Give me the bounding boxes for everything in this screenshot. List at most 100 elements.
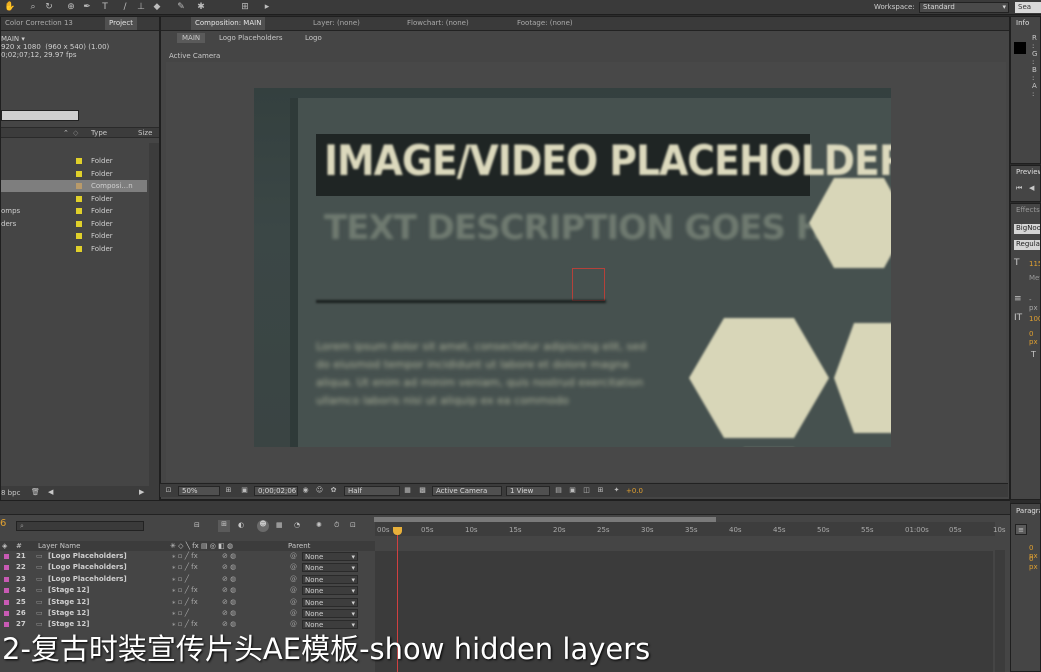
exposure-reset-icon[interactable]: ✦ <box>612 486 621 495</box>
layer-row[interactable]: 21 ▭ [Logo Placeholders] ⁎ ▫ ╱ fx ⊘ ◍ @ None ▾ <box>0 551 372 562</box>
brainstorm-icon[interactable]: ✺ <box>316 521 322 529</box>
resolution-dropdown[interactable]: Half <box>344 486 400 496</box>
tab-paragraph[interactable]: Paragra <box>1016 507 1040 515</box>
render-icon[interactable]: ▣ <box>568 486 577 495</box>
snapping-icon[interactable]: ▸ <box>262 2 272 12</box>
flowchart-icon[interactable]: ⊞ <box>596 486 605 495</box>
comp-mini-flowchart-icon[interactable]: ⊟ <box>194 521 200 529</box>
layer-row[interactable]: 26 ▭ [Stage 12] ⁎ ▫ ╱ ⊘ ◍ @ None ▾ <box>0 608 372 619</box>
live-update-icon[interactable]: ⊞ <box>218 520 230 532</box>
region-of-interest-icon[interactable]: ▣ <box>240 486 249 495</box>
layer-name[interactable]: [Stage 12] <box>48 585 89 596</box>
col-type[interactable]: Type <box>91 129 107 137</box>
layer-3d-switches[interactable]: ⊘ ◍ <box>222 608 236 619</box>
pick-whip-icon[interactable]: @ <box>290 608 297 619</box>
breadcrumb-logo-placeholders[interactable]: Logo Placeholders <box>219 34 283 42</box>
label-color-chip[interactable] <box>76 208 82 214</box>
project-item[interactable]: ders Folder <box>1 218 147 230</box>
type-icon[interactable]: T <box>100 2 110 12</box>
layer-switches[interactable]: ⁎ ▫ ╱ <box>172 574 189 585</box>
pick-whip-icon[interactable]: @ <box>290 574 297 585</box>
layer-name[interactable]: [Logo Placeholders] <box>48 574 127 585</box>
layer-switches[interactable]: ⁎ ▫ ╱ fx <box>172 597 198 608</box>
pick-whip-icon[interactable]: @ <box>290 562 297 573</box>
tab-layer[interactable]: Layer: (none) <box>309 17 364 30</box>
layer-label-chip[interactable] <box>4 588 9 594</box>
breadcrumb-logo[interactable]: Logo <box>305 34 322 42</box>
font-style-field[interactable]: Regular <box>1014 240 1040 250</box>
pen-icon[interactable]: ✒ <box>82 2 92 12</box>
col-size[interactable]: Size <box>138 129 152 137</box>
project-search-input[interactable] <box>1 110 79 121</box>
search-help-input[interactable]: Sea <box>1015 2 1041 13</box>
motion-blur-icon[interactable]: ◔ <box>294 521 300 529</box>
workspace-dropdown[interactable]: Standard ▾ <box>919 2 1009 13</box>
show-snapshot-icon[interactable]: ☺ <box>315 486 324 495</box>
parent-dropdown[interactable]: None ▾ <box>302 597 358 607</box>
current-time-field[interactable]: 0;00;02;06 <box>254 486 298 496</box>
timeline-icon[interactable]: ◫ <box>582 486 591 495</box>
tab-composition[interactable]: Composition: MAIN <box>191 17 266 30</box>
graph-editor-icon[interactable]: ⊡ <box>350 521 356 529</box>
vertical-scale-value[interactable]: 100 <box>1029 315 1040 323</box>
draft-3d-icon[interactable]: ◐ <box>238 521 244 529</box>
timeline-search-input[interactable]: ⌕ <box>16 521 144 531</box>
tab-effects[interactable]: Effects <box>1016 206 1040 214</box>
layer-switches[interactable]: ⁎ ▫ ╱ fx <box>172 585 198 596</box>
hand-icon[interactable]: ✋ <box>4 2 15 12</box>
leading-value[interactable]: Met <box>1029 274 1040 282</box>
layer-switches[interactable]: ⁎ ▫ ╱ fx <box>172 551 198 562</box>
timeline-scrollbar[interactable] <box>995 550 1005 672</box>
layer-label-chip[interactable] <box>4 611 9 616</box>
parent-dropdown[interactable]: None ▾ <box>302 574 358 584</box>
stroke-width-value[interactable]: - px <box>1029 296 1040 312</box>
project-item[interactable]: omps Folder <box>1 205 147 217</box>
layer-3d-switches[interactable]: ⊘ ◍ <box>222 574 236 585</box>
layer-label-chip[interactable] <box>4 576 9 582</box>
hide-shy-layers-icon[interactable]: ☻ <box>257 520 269 532</box>
project-item[interactable]: Folder <box>1 193 147 205</box>
label-color-chip[interactable] <box>76 233 82 239</box>
layer-label-chip[interactable] <box>4 599 9 605</box>
layer-name[interactable]: [Logo Placeholders] <box>48 562 127 573</box>
puppet-icon[interactable]: ✱ <box>196 2 206 12</box>
parent-dropdown[interactable]: None ▾ <box>302 552 358 561</box>
channel-icon[interactable]: ✿ <box>329 486 338 495</box>
tab-flowchart[interactable]: Flowchart: (none) <box>403 17 473 30</box>
baseline-shift-value[interactable]: 0 px <box>1029 330 1040 346</box>
faux-bold-icon[interactable]: T <box>1031 350 1036 359</box>
layer-row[interactable]: 24 ▭ [Stage 12] ⁎ ▫ ╱ fx ⊘ ◍ @ None ▾ <box>0 585 372 596</box>
align-left-icon[interactable]: ≡ <box>1015 524 1027 535</box>
tab-footage[interactable]: Footage: (none) <box>513 17 577 30</box>
tab-info[interactable]: Info <box>1016 19 1029 27</box>
project-scrollbar[interactable] <box>149 143 159 487</box>
trash-icon[interactable]: 🗑 <box>31 488 40 496</box>
breadcrumb-main[interactable]: MAIN <box>177 33 206 43</box>
label-color-chip[interactable] <box>76 158 82 164</box>
zoom-dropdown[interactable]: 50% <box>178 486 220 496</box>
parent-dropdown[interactable]: None ▾ <box>302 586 358 596</box>
font-size-value[interactable]: 115 <box>1029 260 1040 268</box>
indent-right-value[interactable]: 0 px <box>1029 555 1040 571</box>
bpc-label[interactable]: 8 bpc <box>1 489 20 497</box>
layer-label-chip[interactable] <box>4 554 9 559</box>
col-parent[interactable]: Parent <box>288 542 310 550</box>
project-item[interactable]: Folder <box>1 168 147 180</box>
layer-row[interactable]: 25 ▭ [Stage 12] ⁎ ▫ ╱ fx ⊘ ◍ @ None ▾ <box>0 597 372 608</box>
rotate-icon[interactable]: ↻ <box>44 2 54 12</box>
layer-switches[interactable]: ⁎ ▫ ╱ fx <box>172 562 198 573</box>
project-item[interactable]: Folder <box>1 243 147 255</box>
layer-3d-switches[interactable]: ⊘ ◍ <box>222 585 236 596</box>
brush-icon[interactable]: ∕ <box>120 2 130 12</box>
toggle-pixel-aspect-icon[interactable]: ▤ <box>554 486 563 495</box>
layer-3d-switches[interactable]: ⊘ ◍ <box>222 597 236 608</box>
sort-icon[interactable]: ⌃ <box>63 129 69 137</box>
project-item[interactable]: Folder <box>1 230 147 242</box>
first-frame-icon[interactable]: ⏮ <box>1016 184 1022 193</box>
project-item[interactable]: Composi…n <box>1 180 147 192</box>
pick-whip-icon[interactable]: @ <box>290 585 297 596</box>
frame-blending-icon[interactable]: ▦ <box>276 521 283 529</box>
label-color-chip[interactable] <box>76 220 82 227</box>
camera-view-dropdown[interactable]: Active Camera <box>432 486 502 496</box>
layer-row[interactable]: 23 ▭ [Logo Placeholders] ⁎ ▫ ╱ ⊘ ◍ @ None ▾ <box>0 574 372 585</box>
